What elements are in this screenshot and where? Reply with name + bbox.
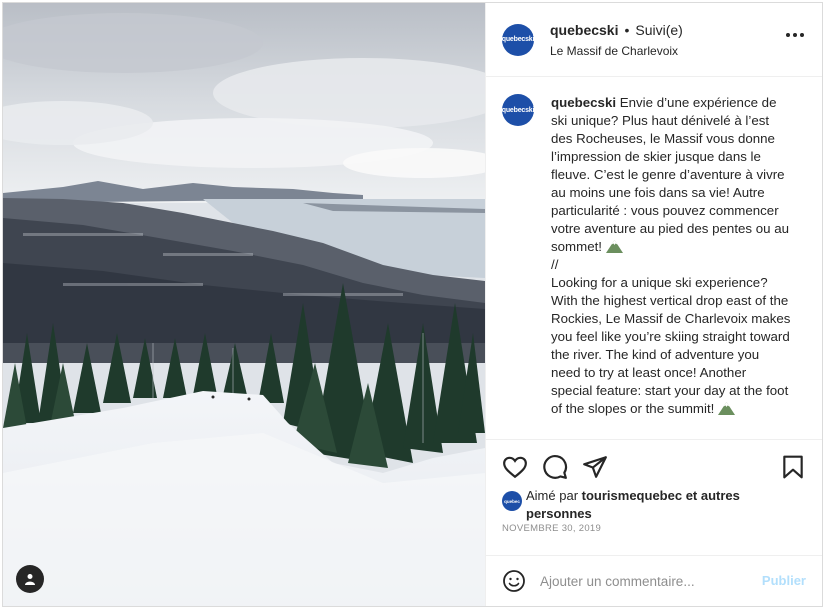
caption-french: Envie d’une expérience de ski unique? Pl… bbox=[551, 95, 790, 254]
like-button[interactable] bbox=[502, 454, 528, 480]
more-options-button[interactable] bbox=[786, 33, 804, 37]
post-photo[interactable] bbox=[3, 3, 485, 606]
heart-icon bbox=[503, 456, 527, 479]
emoji-icon bbox=[503, 570, 525, 592]
user-tag-icon bbox=[25, 574, 35, 585]
comment-input[interactable] bbox=[540, 573, 750, 589]
likes-prefix: Aimé par bbox=[526, 488, 579, 503]
user-tag-button[interactable] bbox=[16, 565, 44, 593]
account-avatar[interactable]: quebecski bbox=[502, 23, 534, 56]
comment-bar: Publier bbox=[486, 555, 822, 606]
caption-text: quebecski Envie d’une expérience de ski … bbox=[551, 94, 791, 438]
caption-area: quebecski quebecski Envie d’une expérien… bbox=[486, 78, 822, 438]
share-button[interactable] bbox=[582, 454, 608, 480]
post-side-panel: quebecski quebecski • Suivi(e) Le Massif… bbox=[485, 3, 822, 606]
action-bar bbox=[486, 439, 822, 491]
post-header: quebecski quebecski • Suivi(e) Le Massif… bbox=[486, 3, 822, 77]
mountain-emoji-icon bbox=[718, 402, 736, 415]
publish-button[interactable]: Publier bbox=[762, 573, 806, 588]
post-container: quebecski quebecski • Suivi(e) Le Massif… bbox=[2, 2, 823, 607]
share-icon bbox=[583, 456, 607, 478]
location-link[interactable]: Le Massif de Charlevoix bbox=[550, 44, 683, 58]
post-date[interactable]: NOVEMBRE 30, 2019 bbox=[502, 523, 601, 534]
more-icon bbox=[786, 33, 790, 37]
save-button[interactable] bbox=[780, 454, 806, 480]
liker-avatar[interactable]: quebec bbox=[502, 491, 522, 511]
caption-english: // Looking for a unique ski experience? … bbox=[551, 257, 791, 416]
caption-username[interactable]: quebecski bbox=[551, 95, 616, 110]
bookmark-icon bbox=[783, 455, 803, 479]
separator-dot: • bbox=[624, 21, 630, 38]
caption-avatar[interactable]: quebecski bbox=[502, 94, 534, 126]
comment-button[interactable] bbox=[542, 454, 568, 480]
comment-icon bbox=[543, 455, 568, 479]
header-username[interactable]: quebecski bbox=[550, 22, 618, 38]
likes-row: quebec Aimé par tourismequebec et autres… bbox=[502, 487, 802, 523]
likes-user-link[interactable]: tourismequebec bbox=[582, 488, 682, 503]
follow-status-button[interactable]: Suivi(e) bbox=[635, 22, 682, 38]
mountain-emoji-icon bbox=[605, 240, 623, 253]
header-text: quebecski • Suivi(e) Le Massif de Charle… bbox=[550, 22, 683, 58]
likes-summary[interactable]: Aimé par tourismequebec et autres person… bbox=[526, 487, 802, 523]
emoji-button[interactable] bbox=[502, 569, 526, 593]
